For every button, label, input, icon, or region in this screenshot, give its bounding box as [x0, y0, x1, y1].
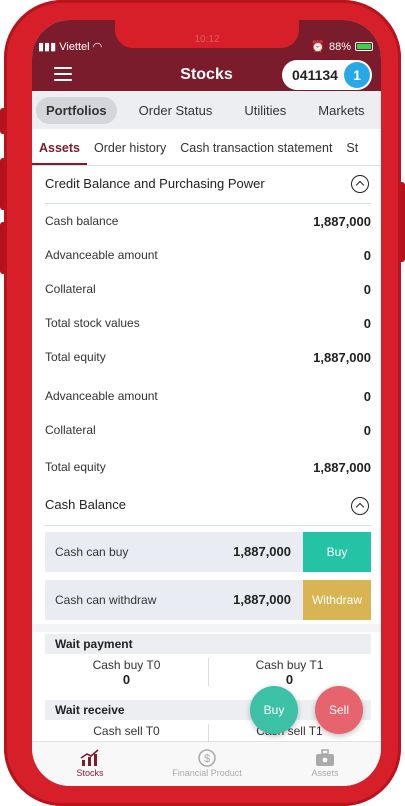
row-label: Cash can withdraw	[55, 593, 157, 607]
row-value: 1,887,000	[313, 214, 371, 229]
row-collateral-2: Collateral 0	[45, 423, 371, 443]
wait-payment-columns: Cash buy T0 0 Cash buy T1 0	[45, 654, 371, 688]
row-collateral: Collateral 0	[45, 282, 371, 302]
nav-assets-label: Assets	[311, 768, 339, 778]
row-value: 1,887,000	[313, 350, 371, 365]
row-cash-balance: Cash balance 1,887,000	[45, 214, 371, 234]
alarm-icon: ⏰	[311, 41, 325, 53]
nav-stocks[interactable]: Stocks	[40, 748, 140, 778]
svg-text:$: $	[204, 753, 210, 765]
row-value: 1,887,000	[233, 592, 291, 607]
cash-buy-t1-value: 0	[285, 672, 294, 687]
tab-order-status[interactable]: Order Status	[129, 97, 223, 124]
collapse-credit-icon[interactable]	[351, 175, 369, 193]
sub-tab-bar: Assets Order history Cash transaction st…	[32, 129, 381, 166]
row-label: Total stock values	[45, 316, 140, 330]
tab-markets[interactable]: Markets	[308, 97, 374, 124]
row-label: Total equity	[45, 350, 106, 364]
row-total-stock-values: Total stock values 0	[45, 316, 371, 336]
wifi-icon: ◠	[92, 41, 103, 53]
account-badge: 1	[344, 62, 370, 88]
tab-utilities[interactable]: Utilities	[234, 97, 296, 124]
row-total-equity: Total equity 1,887,000	[45, 350, 371, 370]
battery-percent: 88%	[328, 40, 351, 53]
cash-buy-t0-value: 0	[122, 672, 131, 687]
withdraw-button[interactable]: Withdraw	[303, 580, 371, 620]
nav-stocks-label: Stocks	[76, 768, 104, 778]
row-advanceable-amount: Advanceable amount 0	[45, 248, 371, 268]
row-label: Advanceable amount	[45, 248, 158, 262]
subtab-cash-transaction-statement[interactable]: Cash transaction statement	[173, 141, 339, 165]
cash-buy-t0-label: Cash buy T0	[92, 658, 161, 672]
row-label: Cash balance	[45, 214, 119, 228]
carrier-label: ▮▮▮ Viettel ◠	[38, 40, 102, 53]
phone-body: 10:12 ▮▮▮ Viettel ◠ ⏰ 88% Stocks 041134 …	[4, 0, 401, 806]
cash-buy-t1-label: Cash buy T1	[255, 658, 324, 672]
floating-buy-button[interactable]: Buy	[250, 686, 298, 734]
phone-mockup: 10:12 ▮▮▮ Viettel ◠ ⏰ 88% Stocks 041134 …	[0, 0, 405, 806]
nav-financial-product[interactable]: $ Financial Product	[157, 748, 257, 778]
row-advanceable-amount-2: Advanceable amount 0	[45, 389, 371, 409]
wait-payment-title: Wait payment	[45, 634, 371, 654]
row-label: Collateral	[45, 282, 96, 296]
credit-section-title: Credit Balance and Purchasing Power	[45, 176, 265, 191]
battery-icon	[355, 42, 373, 51]
row-label: Cash can buy	[55, 545, 129, 559]
subtab-order-history[interactable]: Order history	[87, 141, 173, 165]
row-label: Advanceable amount	[45, 389, 158, 403]
cash-buy-t0: Cash buy T0 0	[45, 658, 208, 687]
floating-sell-button[interactable]: Sell	[315, 686, 363, 734]
cash-buy-t1: Cash buy T1 0	[208, 658, 371, 687]
divider	[45, 203, 371, 204]
cash-section-title: Cash Balance	[45, 497, 126, 512]
row-value: 1,887,000	[233, 544, 291, 559]
signal-icon: ▮▮▮	[38, 41, 57, 53]
row-value: 1,887,000	[313, 460, 371, 475]
section-separator	[32, 624, 381, 632]
app-screen: 10:12 ▮▮▮ Viettel ◠ ⏰ 88% Stocks 041134 …	[32, 20, 381, 786]
bottom-navigation: Stocks $ Financial Product Assets	[32, 741, 381, 786]
row-total-equity-2: Total equity 1,887,000	[45, 460, 371, 480]
subtab-overflow[interactable]: St	[339, 141, 365, 165]
tab-portfolios[interactable]: Portfolios	[36, 96, 117, 124]
dollar-coin-icon: $	[157, 748, 257, 768]
collapse-cash-icon[interactable]	[351, 497, 369, 515]
nav-assets[interactable]: Assets	[275, 748, 375, 778]
carrier-name: Viettel	[59, 41, 90, 53]
buy-button[interactable]: Buy	[303, 532, 371, 572]
nav-financial-product-label: Financial Product	[172, 768, 242, 778]
subtab-assets[interactable]: Assets	[32, 141, 87, 165]
notch-time: 10:12	[194, 34, 220, 45]
row-cash-can-withdraw: Cash can withdraw 1,887,000 Withdraw	[45, 580, 371, 620]
cash-sell-t0-label: Cash sell T0	[93, 724, 160, 738]
row-label: Total equity	[45, 460, 106, 474]
account-number: 041134	[292, 67, 338, 83]
status-right: ⏰ 88%	[311, 40, 373, 53]
row-value: 0	[363, 423, 371, 438]
account-selector[interactable]: 041134 1	[282, 60, 372, 90]
cash-sell-t0: Cash sell T0	[45, 724, 208, 738]
wait-payment-block: Wait payment Cash buy T0 0 Cash buy T1 0	[45, 634, 371, 688]
row-value: 0	[363, 316, 371, 331]
row-value: 0	[363, 389, 371, 404]
row-value: 0	[363, 282, 371, 297]
row-value: 0	[363, 248, 371, 263]
top-tab-bar: Portfolios Order Status Utilities Market…	[32, 91, 381, 129]
row-cash-can-buy: Cash can buy 1,887,000 Buy	[45, 532, 371, 572]
row-label: Collateral	[45, 423, 96, 437]
notch: 10:12	[115, 20, 299, 48]
divider	[45, 525, 371, 526]
briefcase-icon	[275, 748, 375, 768]
stocks-chart-icon	[40, 748, 140, 768]
